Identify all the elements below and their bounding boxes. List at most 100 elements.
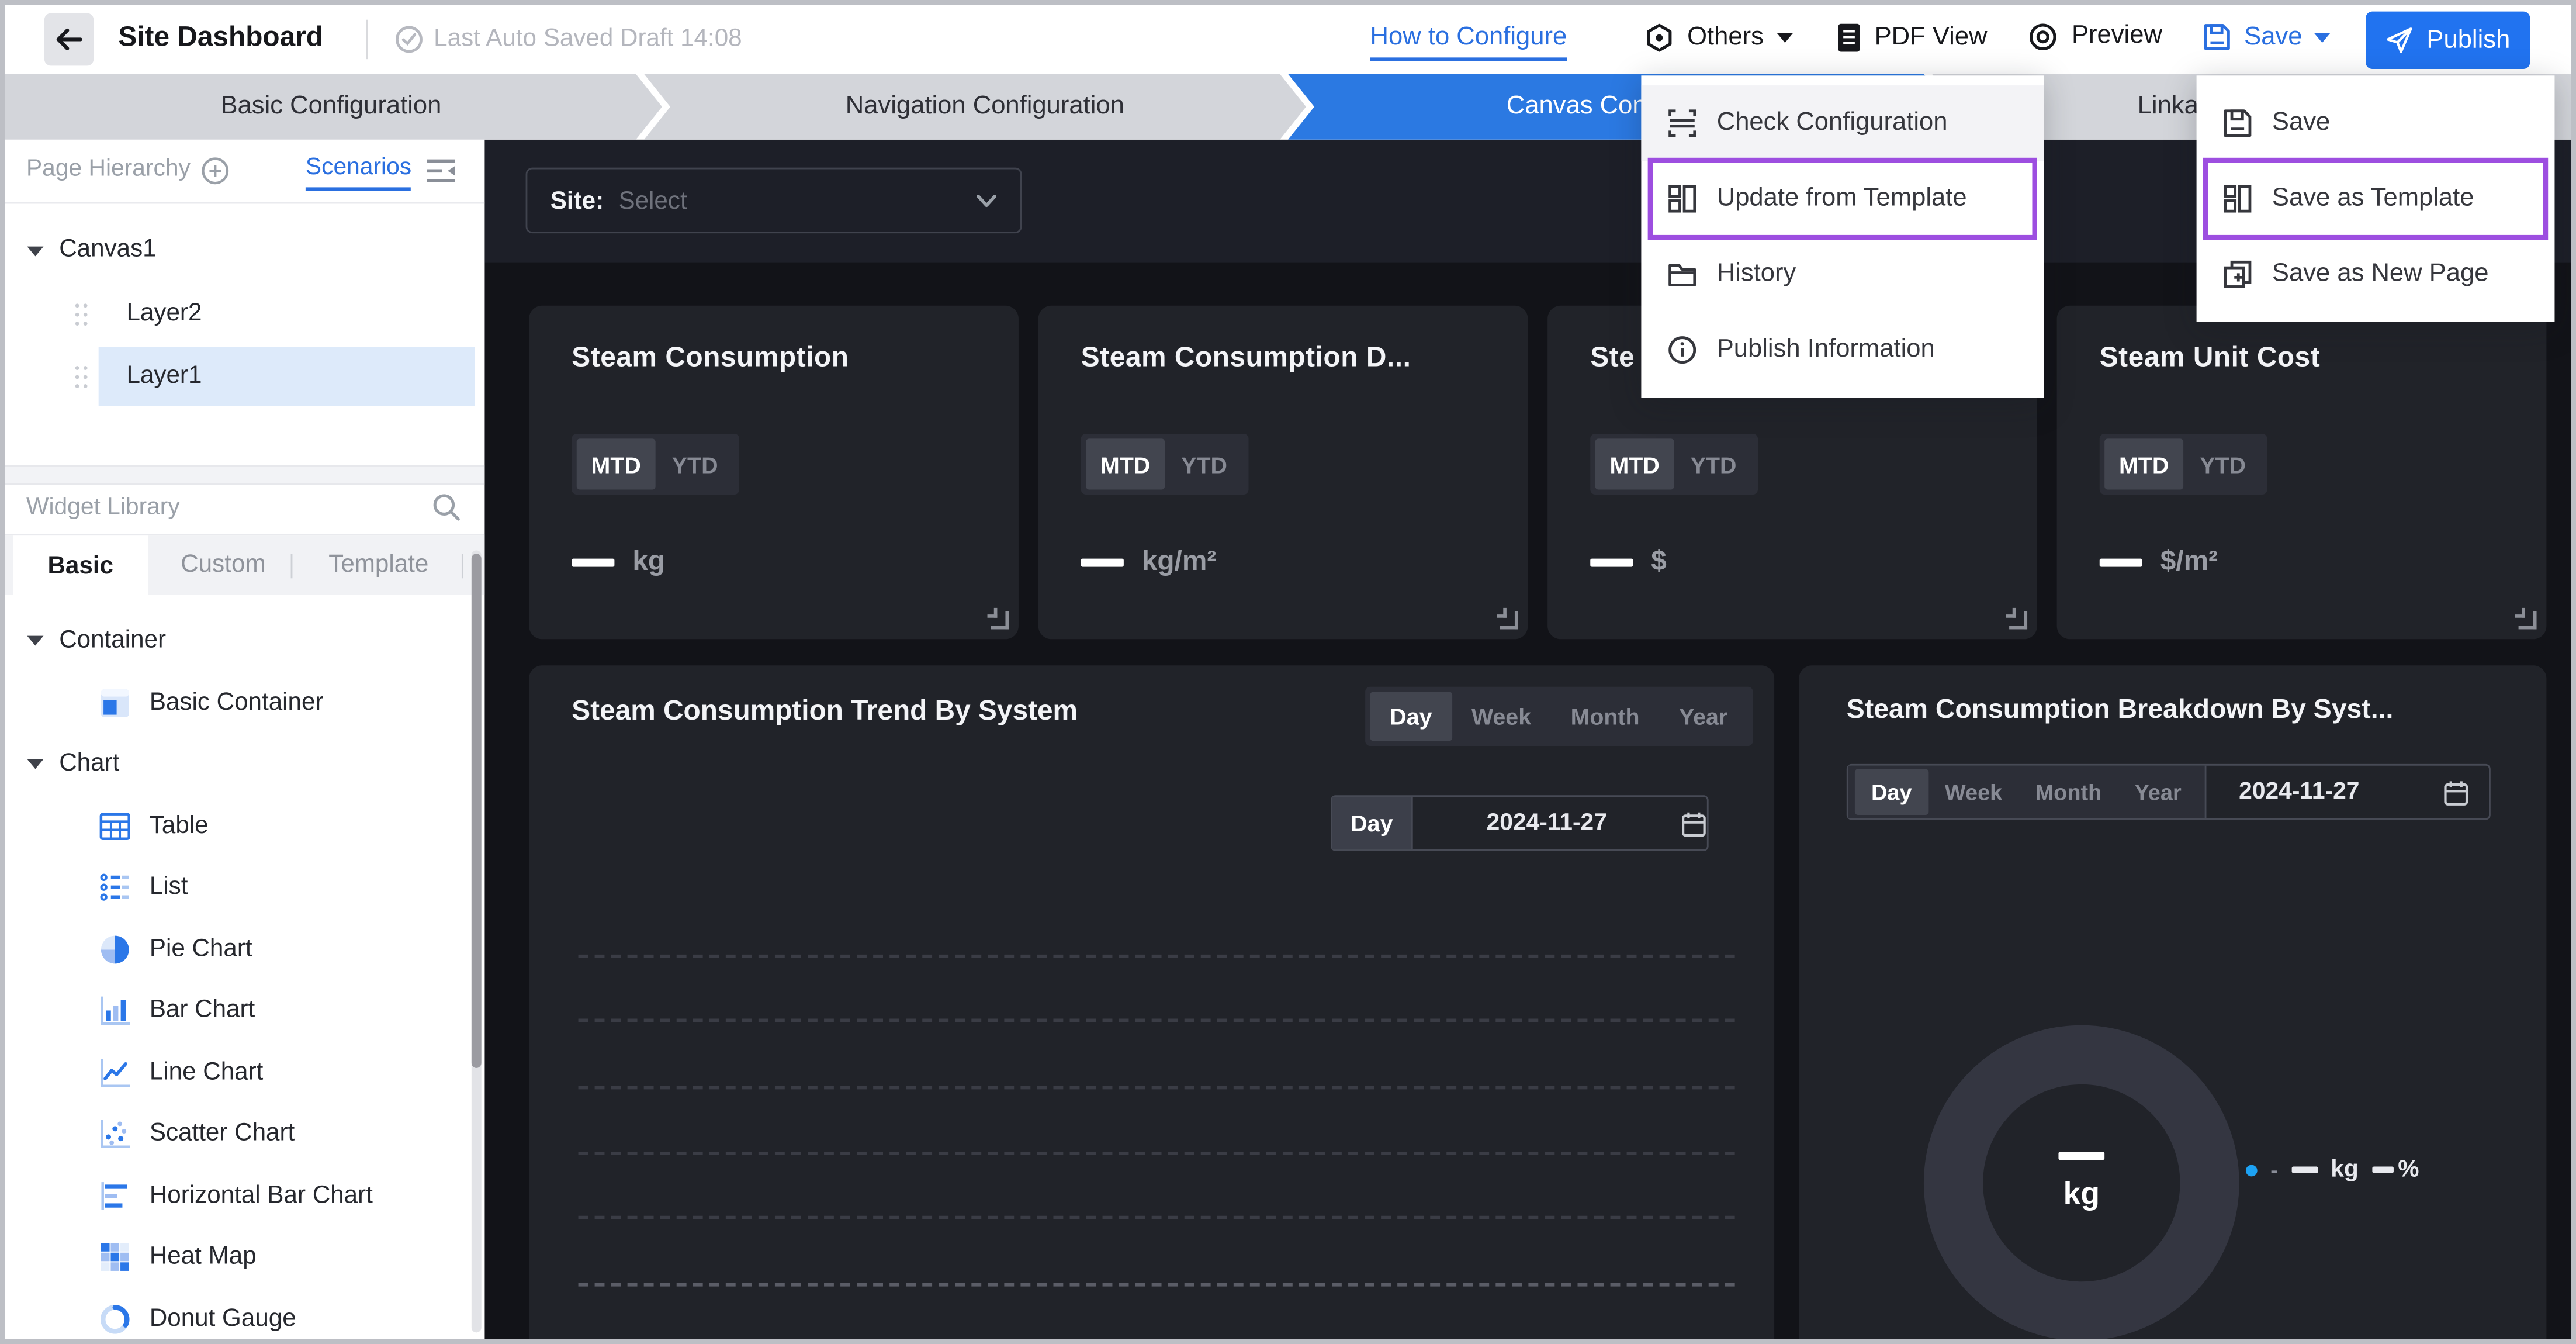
widget-item-bar-chart[interactable]: Bar Chart (5, 981, 484, 1042)
collapse-panel-icon[interactable] (425, 158, 456, 184)
widget-item-horizontal-bar-chart[interactable]: Horizontal Bar Chart (5, 1166, 484, 1227)
widget-item-scatter-chart[interactable]: Scatter Chart (5, 1104, 484, 1165)
preview-button[interactable]: Preview (2026, 22, 2162, 51)
layer-row-layer1[interactable]: Layer1 (5, 347, 484, 406)
pdf-view-button[interactable]: PDF View (1835, 22, 1987, 54)
widget-item-pie-chart[interactable]: Pie Chart (5, 920, 484, 981)
kpi-unit: $ (1651, 545, 1667, 578)
tab-basic[interactable]: Basic (13, 535, 148, 595)
page-title: Site Dashboard (118, 22, 323, 54)
group-chart[interactable]: Chart (5, 734, 484, 795)
drag-handle-icon[interactable] (74, 365, 89, 389)
menu-item-save-as-new-page[interactable]: Save as New Page (2197, 237, 2555, 312)
caret-down-icon[interactable] (26, 634, 44, 647)
period-week[interactable]: Week (1452, 692, 1551, 741)
period-year[interactable]: Year (2118, 769, 2197, 815)
step-tab-navigation-configuration[interactable]: Navigation Configuration (644, 74, 1306, 139)
trend-chart-card[interactable]: Steam Consumption Trend By System Day We… (529, 665, 1774, 1339)
layer-label: Layer2 (126, 299, 202, 327)
add-page-icon[interactable] (200, 156, 230, 186)
menu-item-publish-information[interactable]: Publish Information (1641, 312, 2044, 388)
sidebar-scrollbar-thumb[interactable] (472, 554, 482, 1068)
menu-item-check-configuration[interactable]: Check Configuration (1641, 85, 2044, 161)
breakdown-chart-card[interactable]: Steam Consumption Breakdown By Syst... D… (1799, 665, 2546, 1339)
autosave-check-icon (394, 25, 424, 54)
widget-item-list[interactable]: List (5, 858, 484, 918)
publish-button[interactable]: Publish (2366, 12, 2530, 69)
resize-handle[interactable] (2006, 608, 2016, 618)
tab-custom[interactable]: Custom (181, 551, 265, 579)
page-hierarchy-label[interactable]: Page Hierarchy (26, 156, 191, 182)
period-month[interactable]: Month (2018, 769, 2118, 815)
date-picker[interactable]: 2024-11-27 (2206, 766, 2489, 818)
caret-down-icon[interactable] (26, 758, 44, 771)
kpi-value: kg (572, 545, 665, 578)
scenarios-tab[interactable]: Scenarios (306, 154, 411, 191)
widget-item-table[interactable]: Table (5, 797, 484, 858)
date-value: 2024-11-27 (1413, 810, 1681, 837)
chevron-down-icon (1775, 31, 1793, 44)
calendar-icon[interactable] (1681, 809, 1707, 837)
toggle-ytd[interactable]: YTD (1165, 438, 1244, 489)
menu-item-save[interactable]: Save (2197, 85, 2555, 161)
pdf-view-label: PDF View (1875, 23, 1988, 53)
period-day[interactable]: Day (1370, 692, 1452, 741)
drag-handle-icon[interactable] (74, 302, 89, 327)
save-dropdown-menu: Save Save as Template Save as New Page (2197, 75, 2555, 322)
layer-row-layer2[interactable]: Layer2 (5, 284, 484, 343)
site-label: Site: (550, 186, 604, 215)
widget-item-donut-gauge[interactable]: Donut Gauge (5, 1290, 484, 1344)
date-granularity-chip[interactable]: Day (1332, 797, 1413, 849)
caret-down-icon[interactable] (26, 245, 44, 258)
menu-item-history[interactable]: History (1641, 237, 2044, 312)
widget-item-label: Table (150, 811, 209, 839)
tree-node-canvas1[interactable]: Canvas1 (5, 225, 484, 281)
menu-item-label: Save as New Page (2272, 260, 2489, 289)
toggle-ytd[interactable]: YTD (1674, 438, 1753, 489)
group-label: Chart (59, 749, 119, 778)
kpi-card-steam-consumption[interactable]: Steam Consumption MTD YTD kg (529, 306, 1019, 640)
widget-item-label: Basic Container (150, 689, 324, 717)
table-icon (99, 810, 131, 843)
tab-template[interactable]: Template (328, 551, 428, 579)
others-button[interactable]: Others (1643, 22, 1793, 54)
toggle-mtd[interactable]: MTD (2104, 438, 2183, 489)
toggle-ytd[interactable]: YTD (2183, 438, 2262, 489)
toggle-mtd[interactable]: MTD (577, 438, 656, 489)
save-button[interactable]: Save (2201, 22, 2332, 53)
back-button[interactable] (44, 13, 94, 65)
period-month[interactable]: Month (1551, 692, 1659, 741)
resize-handle[interactable] (1497, 608, 1507, 618)
period-toggle: Day Week Month Year (1848, 766, 2206, 818)
donut-legend[interactable]: - kg % (2246, 1157, 2419, 1183)
period-week[interactable]: Week (1928, 769, 2019, 815)
resize-handle[interactable] (2515, 608, 2525, 618)
toggle-mtd[interactable]: MTD (1086, 438, 1165, 489)
menu-item-update-from-template[interactable]: Update from Template (1641, 161, 2044, 236)
widget-item-basic-container[interactable]: Basic Container (5, 673, 484, 734)
kpi-card-steam-consumption-density[interactable]: Steam Consumption D... MTD YTD kg/m² (1038, 306, 1528, 640)
toggle-mtd[interactable]: MTD (1595, 438, 1674, 489)
chevron-down-icon (2314, 30, 2332, 43)
search-icon[interactable] (431, 491, 462, 522)
site-select[interactable]: Site: Select (526, 168, 1022, 233)
calendar-icon[interactable] (2443, 778, 2469, 806)
step-tab-basic-configuration[interactable]: Basic Configuration (0, 74, 662, 139)
value-placeholder-dash (1081, 558, 1124, 566)
widget-item-label: Scatter Chart (150, 1119, 295, 1147)
widget-item-line-chart[interactable]: Line Chart (5, 1044, 484, 1104)
widget-item-heat-map[interactable]: Heat Map (5, 1227, 484, 1288)
kpi-unit: $/m² (2160, 545, 2218, 578)
period-day[interactable]: Day (1855, 769, 1928, 815)
how-to-configure-link[interactable]: How to Configure (1370, 23, 1567, 61)
left-sidebar: Page Hierarchy Scenarios Canvas1 Layer2 (5, 140, 484, 1339)
toggle-ytd[interactable]: YTD (656, 438, 735, 489)
date-picker[interactable]: Day 2024-11-27 (1331, 795, 1709, 851)
kpi-card-steam-unit-cost[interactable]: Steam Unit Cost MTD YTD $/m² (2057, 306, 2547, 640)
period-year[interactable]: Year (1659, 692, 1747, 741)
mtd-ytd-toggle: MTD YTD (2100, 434, 2267, 495)
menu-item-save-as-template[interactable]: Save as Template (2197, 161, 2555, 236)
group-container[interactable]: Container (5, 611, 484, 672)
resize-handle[interactable] (988, 608, 998, 618)
card-title: Steam Consumption D... (1081, 342, 1411, 375)
